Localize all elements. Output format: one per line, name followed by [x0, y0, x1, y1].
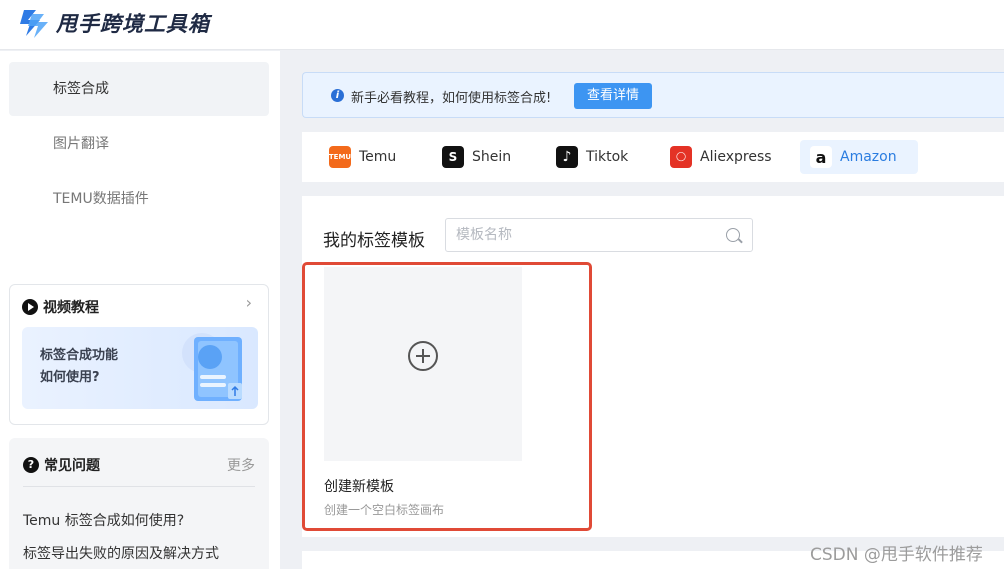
question-icon: ? [23, 457, 39, 473]
platform-tabs: TEMU Temu S Shein ♪ Tiktok ◯ Aliexpress … [302, 132, 1004, 182]
amazon-icon: a [810, 146, 832, 168]
tab-aliexpress[interactable]: ◯ Aliexpress [660, 140, 782, 174]
sidebar-item-label: TEMU数据插件 [53, 191, 149, 207]
faq-more-link[interactable]: 更多 [227, 455, 255, 475]
template-desc: 创建一个空白标签画布 [324, 503, 445, 517]
tab-amazon[interactable]: a Amazon [800, 140, 918, 174]
top-bar: 甩手跨境工具箱 [0, 0, 1004, 50]
search-icon[interactable] [726, 228, 740, 242]
create-template-card[interactable]: 创建新模板 创建一个空白标签画布 [302, 262, 592, 531]
page-title: 我的标签模板 [323, 231, 425, 251]
sidebar-item-label: 图片翻译 [53, 136, 109, 152]
tab-shein[interactable]: S Shein [432, 140, 521, 174]
divider [23, 486, 255, 487]
template-thumbnail[interactable] [324, 267, 522, 461]
notice-bar: i 新手必看教程，如何使用标签合成! 查看详情 [302, 72, 1004, 118]
logo-icon [20, 10, 48, 38]
chevron-right-icon[interactable]: › [246, 293, 252, 312]
view-details-button[interactable]: 查看详情 [574, 83, 652, 109]
faq-title: ? 常见问题 [23, 455, 100, 475]
search-input[interactable] [456, 225, 706, 245]
sidebar-item-image-translate[interactable]: 图片翻译 [9, 117, 269, 171]
app-name: 甩手跨境工具箱 [56, 12, 210, 36]
video-tutorial-card[interactable]: 视频教程 › 标签合成功能 如何使用? [9, 284, 269, 425]
tutorial-illustration-icon [182, 333, 242, 401]
logo[interactable]: 甩手跨境工具箱 [18, 6, 210, 40]
notice-text: 新手必看教程，如何使用标签合成! [351, 91, 552, 106]
template-name: 创建新模板 [324, 479, 394, 495]
video-tutorial-title: 视频教程 [22, 297, 99, 317]
tab-tiktok[interactable]: ♪ Tiktok [546, 140, 638, 174]
faq-card: ? 常见问题 更多 Temu 标签合成如何使用? 标签导出失败的原因及解决方式 [9, 438, 269, 569]
faq-question-link[interactable]: Temu 标签合成如何使用? [23, 510, 184, 530]
sidebar-item-temu-plugin[interactable]: TEMU数据插件 [9, 172, 269, 226]
sidebar: 标签合成 图片翻译 TEMU数据插件 视频教程 › 标签合成功能 如何使用? ?… [0, 51, 280, 569]
play-icon [22, 299, 38, 315]
plus-circle-icon[interactable] [408, 341, 438, 371]
video-banner[interactable]: 标签合成功能 如何使用? [22, 327, 258, 409]
sidebar-item-label-compose[interactable]: 标签合成 [9, 62, 269, 116]
aliexpress-icon: ◯ [670, 146, 692, 168]
template-panel: 我的标签模板 创建新模板 创建一个空白标签画布 [302, 196, 1004, 537]
sidebar-item-label: 标签合成 [53, 81, 109, 97]
tiktok-icon: ♪ [556, 146, 578, 168]
tab-temu[interactable]: TEMU Temu [319, 140, 406, 174]
info-icon: i [331, 89, 344, 102]
video-banner-text: 标签合成功能 如何使用? [40, 348, 119, 385]
watermark: CSDN @甩手软件推荐 [810, 545, 983, 565]
template-search[interactable] [445, 218, 753, 252]
temu-icon: TEMU [329, 146, 351, 168]
faq-question-link[interactable]: 标签导出失败的原因及解决方式 [23, 543, 219, 563]
shein-icon: S [442, 146, 464, 168]
